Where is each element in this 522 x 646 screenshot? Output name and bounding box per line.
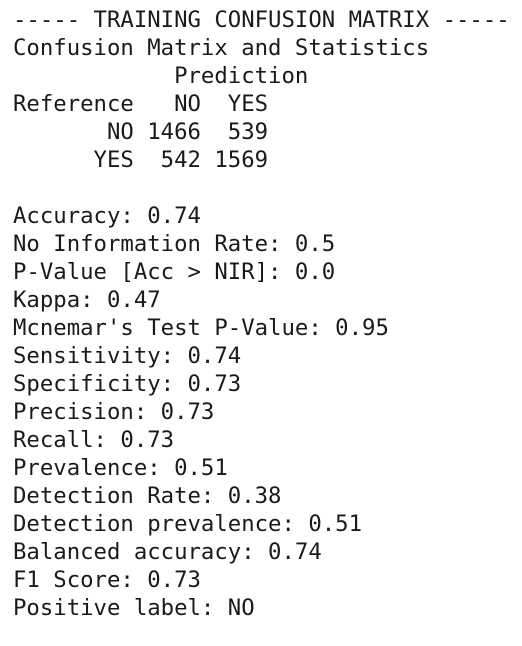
stat-prevalence: Prevalence: 0.51 [13, 455, 228, 481]
stat-mcnemar-p-value: Mcnemar's Test P-Value: 0.95 [13, 315, 389, 341]
stat-kappa: Kappa: 0.47 [13, 287, 161, 313]
stat-recall: Recall: 0.73 [13, 427, 175, 453]
output-subtitle: Confusion Matrix and Statistics [13, 35, 430, 61]
matrix-prediction-label: Prediction [13, 63, 309, 89]
stat-detection-prevalence: Detection prevalence: 0.51 [13, 511, 363, 537]
stat-p-value: P-Value [Acc > NIR]: 0.0 [13, 259, 336, 285]
stat-detection-rate: Detection Rate: 0.38 [13, 483, 282, 509]
matrix-row-yes: YES 542 1569 [13, 147, 269, 173]
stat-no-information-rate: No Information Rate: 0.5 [13, 231, 336, 257]
stat-sensitivity: Sensitivity: 0.74 [13, 343, 242, 369]
matrix-row-no: NO 1466 539 [13, 119, 269, 145]
stat-specificity: Specificity: 0.73 [13, 371, 242, 397]
stat-balanced-accuracy: Balanced accuracy: 0.74 [13, 539, 322, 565]
matrix-header-row: Reference NO YES [13, 91, 269, 117]
stat-positive-label: Positive label: NO [13, 595, 255, 621]
section-header: ----- TRAINING CONFUSION MATRIX ----- [13, 7, 510, 33]
stat-accuracy: Accuracy: 0.74 [13, 203, 201, 229]
console-output: ----- TRAINING CONFUSION MATRIX ----- Co… [13, 6, 518, 622]
stat-precision: Precision: 0.73 [13, 399, 215, 425]
stat-f1-score: F1 Score: 0.73 [13, 567, 201, 593]
